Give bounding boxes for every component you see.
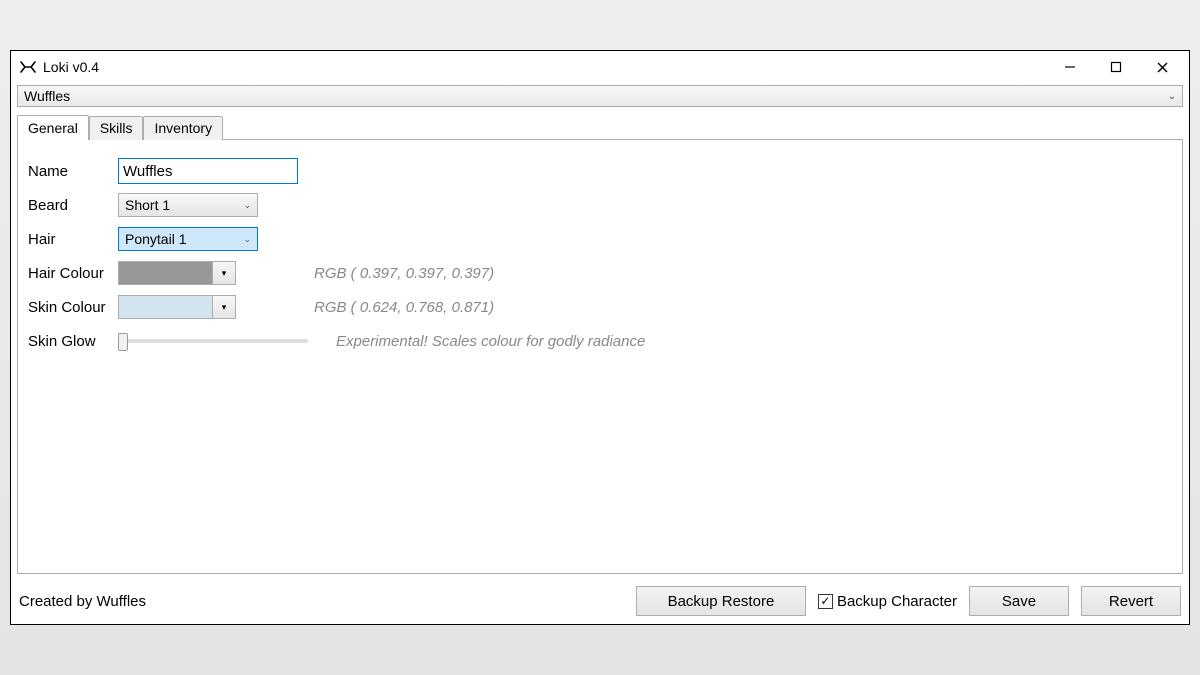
tab-skills[interactable]: Skills [89,116,144,140]
app-window: Loki v0.4 Wuffles ⌄ General Skills [10,50,1190,625]
hair-colour-hint: RGB ( 0.397, 0.397, 0.397) [314,265,494,282]
chevron-down-icon: ⌄ [243,234,251,245]
beard-select-value: Short 1 [125,197,170,213]
chevron-down-icon: ⌄ [243,200,251,211]
beard-select[interactable]: Short 1 ⌄ [118,193,258,217]
tab-label: Skills [100,120,133,136]
tabstrip: General Skills Inventory [11,113,1189,139]
hair-colour-swatch [119,262,213,284]
skin-glow-slider[interactable] [118,339,308,343]
skin-colour-hint: RGB ( 0.624, 0.768, 0.871) [314,299,494,316]
minimize-button[interactable] [1047,52,1093,82]
skin-colour-swatch [119,296,213,318]
tab-label: Inventory [154,120,212,136]
footer: Created by Wuffles Backup Restore ✓ Back… [11,580,1189,624]
credit-text: Created by Wuffles [19,593,146,610]
button-label: Backup Restore [668,593,775,610]
hair-select[interactable]: Ponytail 1 ⌄ [118,227,258,251]
hair-select-value: Ponytail 1 [125,231,186,247]
hair-label: Hair [28,231,118,248]
backup-character-checkbox[interactable]: ✓ Backup Character [818,593,957,610]
checkbox-icon: ✓ [818,594,833,609]
hair-colour-picker[interactable]: ▾ [118,261,236,285]
revert-button[interactable]: Revert [1081,586,1181,616]
tab-general[interactable]: General [17,115,89,140]
checkbox-label: Backup Character [837,593,957,610]
name-input[interactable] [118,158,298,184]
hair-colour-label: Hair Colour [28,265,118,282]
window-title: Loki v0.4 [43,59,99,75]
skin-glow-label: Skin Glow [28,333,118,350]
slider-thumb[interactable] [118,333,128,351]
skin-colour-picker[interactable]: ▾ [118,295,236,319]
name-label: Name [28,163,118,180]
tab-inventory[interactable]: Inventory [143,116,223,140]
close-button[interactable] [1139,52,1185,82]
button-label: Save [1002,593,1036,610]
button-label: Revert [1109,593,1153,610]
beard-label: Beard [28,197,118,214]
skin-glow-hint: Experimental! Scales colour for godly ra… [336,333,645,350]
chevron-down-icon: ⌄ [1168,91,1176,102]
titlebar: Loki v0.4 [11,51,1189,83]
character-select[interactable]: Wuffles ⌄ [17,85,1183,107]
app-icon [19,58,37,76]
save-button[interactable]: Save [969,586,1069,616]
skin-colour-label: Skin Colour [28,299,118,316]
tab-content-general: Name Beard Short 1 ⌄ Hair Ponytail 1 ⌄ H… [17,139,1183,574]
backup-restore-button[interactable]: Backup Restore [636,586,806,616]
chevron-down-icon: ▾ [213,262,235,284]
chevron-down-icon: ▾ [213,296,235,318]
maximize-button[interactable] [1093,52,1139,82]
tab-label: General [28,120,78,136]
desktop: Loki v0.4 Wuffles ⌄ General Skills [0,0,1200,675]
character-select-value: Wuffles [24,88,70,104]
